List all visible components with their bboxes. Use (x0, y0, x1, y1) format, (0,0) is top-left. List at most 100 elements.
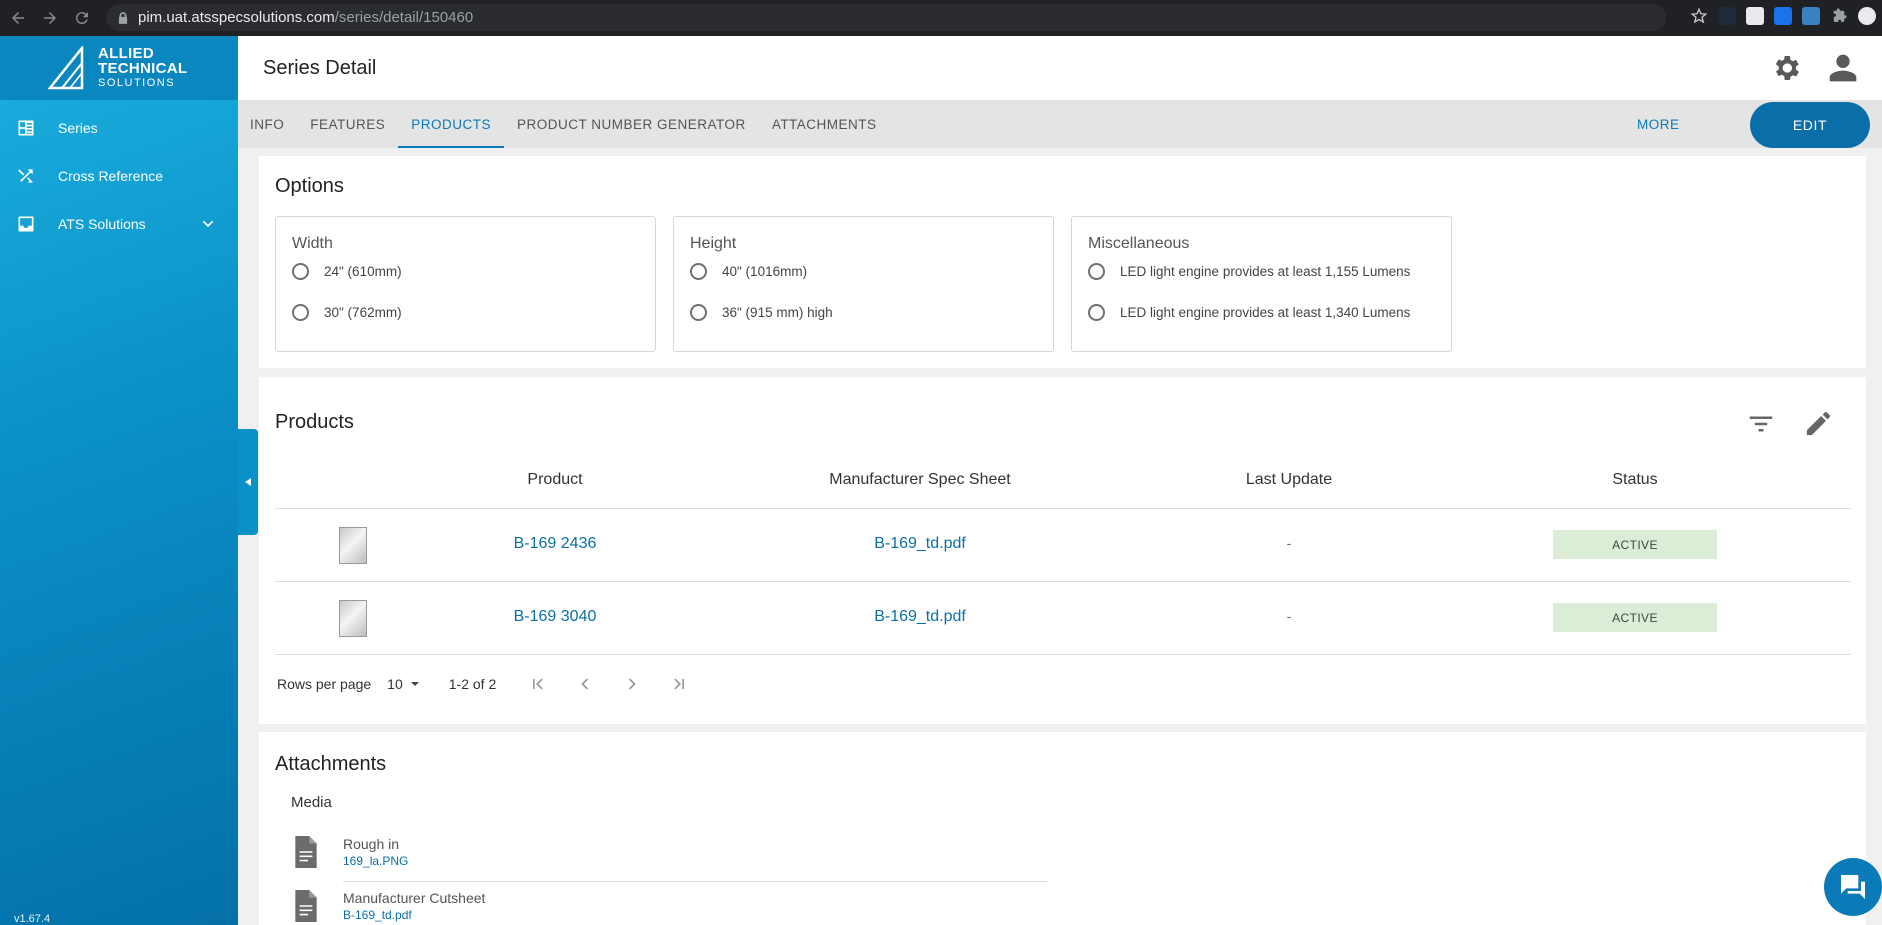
puzzle-icon[interactable] (1830, 7, 1848, 25)
extension-icon-4[interactable] (1802, 7, 1820, 25)
option-label: LED light engine provides at least 1,340… (1120, 305, 1411, 320)
chevron-down-icon[interactable] (200, 216, 216, 232)
option-radio[interactable]: LED light engine provides at least 1,155… (1088, 263, 1410, 280)
table-row[interactable]: B-169 2436 B-169_td.pdf - ACTIVE (275, 509, 1851, 582)
column-header-last-update[interactable]: Last Update (1246, 471, 1332, 489)
url-host: pim.uat.atsspecsolutions.com (138, 9, 335, 26)
forward-button[interactable] (36, 4, 64, 32)
products-title: Products (275, 411, 354, 433)
reload-icon (75, 12, 88, 25)
arrow-left-icon (12, 12, 24, 24)
table-row[interactable]: B-169 3040 B-169_td.pdf - ACTIVE (275, 582, 1851, 655)
reload-button[interactable] (68, 4, 96, 32)
first-page-icon[interactable] (528, 674, 548, 694)
app-header: Series Detail (238, 36, 1882, 100)
extension-tray (1690, 7, 1876, 25)
option-radio[interactable]: 40" (1016mm) (690, 263, 807, 280)
tab-attachments[interactable]: ATTACHMENTS (759, 100, 890, 148)
star-icon[interactable] (1690, 7, 1708, 25)
radio-button[interactable] (690, 263, 707, 280)
status-badge: ACTIVE (1553, 530, 1717, 559)
option-radio[interactable]: 36" (915 mm) high (690, 304, 833, 321)
inbox-icon (18, 216, 34, 232)
logo-line-3: SOLUTIONS (98, 76, 176, 89)
last-update: - (1286, 535, 1292, 551)
spec-sheet-link[interactable]: B-169_td.pdf (874, 608, 966, 626)
sidebar-collapse-handle[interactable] (238, 429, 258, 535)
pagination: Rows per page 10 1-2 of 2 (277, 669, 689, 699)
option-radio[interactable]: LED light engine provides at least 1,340… (1088, 304, 1410, 321)
last-page-icon[interactable] (669, 674, 689, 694)
option-group-width: Width 24" (610mm) 30" (762mm) (275, 216, 656, 352)
options-title: Options (275, 175, 344, 197)
option-label: 36" (915 mm) high (722, 305, 833, 320)
option-label: 24" (610mm) (324, 264, 402, 279)
page-title: Series Detail (263, 56, 377, 79)
tab-features[interactable]: FEATURES (297, 100, 398, 148)
edit-button[interactable]: EDIT (1750, 102, 1870, 148)
attachments-title: Attachments (275, 753, 387, 775)
app-version: v1.67.4 (14, 913, 51, 925)
attachment-info: Manufacturer Cutsheet B-169_td.pdf (343, 890, 485, 922)
profile-avatar[interactable] (1858, 7, 1876, 25)
sidebar-item-cross-reference[interactable]: Cross Reference (0, 152, 238, 200)
option-label: LED light engine provides at least 1,155… (1120, 264, 1411, 279)
option-group-title: Height (690, 235, 737, 252)
lock-icon (118, 11, 128, 24)
column-header-spec-sheet[interactable]: Manufacturer Spec Sheet (829, 471, 1010, 489)
browser-toolbar: pim.uat.atsspecsolutions.com/series/deta… (0, 0, 1882, 36)
attachment-item[interactable]: Rough in 169_la.PNG (293, 836, 408, 868)
attachment-file-link[interactable]: 169_la.PNG (343, 854, 408, 868)
next-page-icon[interactable] (622, 674, 642, 694)
attachment-item[interactable]: Manufacturer Cutsheet B-169_td.pdf (293, 890, 485, 922)
previous-page-icon[interactable] (575, 674, 595, 694)
gear-icon[interactable] (1770, 52, 1802, 84)
address-bar[interactable]: pim.uat.atsspecsolutions.com/series/deta… (106, 4, 1666, 31)
extension-icon-2[interactable] (1746, 7, 1764, 25)
status-badge: ACTIVE (1553, 603, 1717, 632)
rows-per-page-select[interactable]: 10 (387, 676, 423, 692)
extension-icon-1[interactable] (1718, 7, 1736, 25)
option-label: 30" (762mm) (324, 305, 402, 320)
radio-button[interactable] (292, 304, 309, 321)
filter-icon[interactable] (1746, 409, 1776, 439)
company-logo[interactable]: ALLIED TECHNICAL SOLUTIONS (0, 36, 238, 100)
more-button[interactable]: MORE (1637, 100, 1680, 148)
option-label: 40" (1016mm) (722, 264, 808, 279)
caret-down-icon (410, 682, 419, 686)
sidebar-item-ats-solutions[interactable]: ATS Solutions (0, 200, 238, 248)
attachment-file-link[interactable]: B-169_td.pdf (343, 908, 485, 922)
radio-button[interactable] (1088, 263, 1105, 280)
divider (343, 881, 1047, 882)
sidebar-item-series[interactable]: Series (0, 104, 238, 152)
tab-products[interactable]: PRODUCTS (398, 100, 504, 148)
column-header-product[interactable]: Product (527, 471, 582, 489)
tab-product-number-generator[interactable]: PRODUCT NUMBER GENERATOR (504, 100, 759, 148)
chat-button[interactable] (1824, 858, 1882, 916)
radio-button[interactable] (690, 304, 707, 321)
tab-bar: INFO FEATURES PRODUCTS PRODUCT NUMBER GE… (238, 100, 1882, 148)
back-button[interactable] (4, 4, 32, 32)
logo-text: ALLIED TECHNICAL SOLUTIONS (98, 46, 187, 91)
radio-button[interactable] (1088, 304, 1105, 321)
column-header-status[interactable]: Status (1612, 471, 1657, 489)
product-link[interactable]: B-169 2436 (514, 535, 597, 553)
option-group-title: Miscellaneous (1088, 235, 1190, 252)
logo-line-2: TECHNICAL (98, 59, 188, 77)
product-link[interactable]: B-169 3040 (514, 608, 597, 626)
sidebar: ALLIED TECHNICAL SOLUTIONS Series Cross … (0, 36, 238, 925)
user-icon[interactable] (1827, 52, 1859, 84)
attachments-card: Attachments Media Rough in 169_la.PNG Ma… (259, 732, 1866, 925)
option-radio[interactable]: 24" (610mm) (292, 263, 402, 280)
attachment-info: Rough in 169_la.PNG (343, 836, 408, 868)
extension-icon-3[interactable] (1774, 7, 1792, 25)
spec-sheet-link[interactable]: B-169_td.pdf (874, 535, 966, 553)
radio-button[interactable] (292, 263, 309, 280)
products-card: Products Product Manufacturer Spec Sheet… (259, 377, 1866, 724)
options-card: Options Width 24" (610mm) 30" (762mm) He… (259, 156, 1866, 368)
option-group-miscellaneous: Miscellaneous LED light engine provides … (1071, 216, 1452, 352)
pencil-icon[interactable] (1803, 408, 1834, 439)
tab-info[interactable]: INFO (237, 100, 297, 148)
option-group-title: Width (292, 235, 333, 252)
option-radio[interactable]: 30" (762mm) (292, 304, 402, 321)
